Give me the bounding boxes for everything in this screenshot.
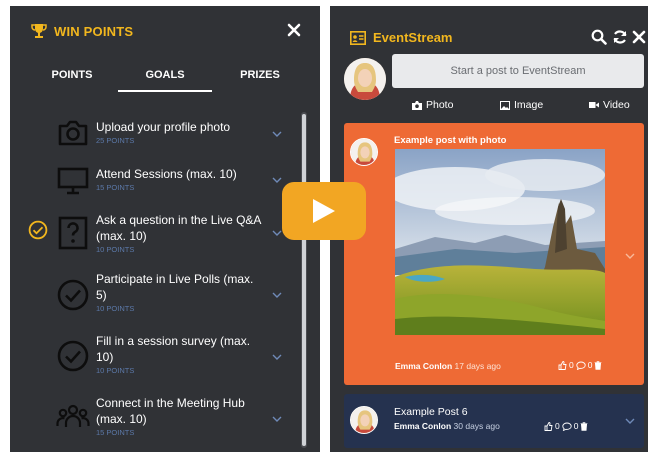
chevron-down-icon[interactable] bbox=[272, 416, 282, 423]
goal-points: 15 POINTS bbox=[96, 183, 135, 192]
close-icon[interactable] bbox=[286, 22, 302, 38]
goal-label: Participate in Live Polls (max. 5) bbox=[96, 272, 254, 302]
post-reactions: 0 0 bbox=[544, 421, 588, 431]
user-avatar-image bbox=[344, 58, 386, 100]
goal-session-survey[interactable]: Fill in a session survey (max. 10) 10 PO… bbox=[10, 330, 296, 386]
post-author[interactable]: Emma Conlon bbox=[394, 421, 451, 431]
id-card-icon bbox=[350, 31, 366, 45]
win-points-title: WIN POINTS bbox=[54, 24, 134, 39]
search-icon[interactable] bbox=[591, 29, 607, 45]
image-icon bbox=[500, 100, 510, 110]
photo-button-label: Photo bbox=[426, 99, 454, 111]
goal-ask-question[interactable]: Ask a question in the Live Q&A (max. 10)… bbox=[10, 208, 296, 260]
video-camera-icon bbox=[589, 102, 599, 108]
people-group-icon bbox=[56, 404, 90, 427]
win-points-header: WIN POINTS bbox=[10, 6, 320, 58]
tab-goals[interactable]: GOALS bbox=[118, 66, 212, 96]
avatar[interactable] bbox=[350, 406, 378, 434]
goal-label: Ask a question in the Live Q&A (max. 10) bbox=[96, 213, 261, 243]
goal-live-polls[interactable]: Participate in Live Polls (max. 5) 10 PO… bbox=[10, 268, 296, 324]
image-button[interactable]: Image bbox=[500, 98, 543, 112]
video-button[interactable]: Video bbox=[589, 98, 630, 112]
compose-post-input[interactable]: Start a post to EventStream bbox=[392, 54, 644, 88]
refresh-icon[interactable] bbox=[612, 29, 628, 45]
screenshot-stage: WIN POINTS POINTS GOALS PRIZES Upload yo… bbox=[0, 0, 651, 455]
chevron-down-icon[interactable] bbox=[625, 253, 635, 260]
trophy-icon bbox=[31, 24, 47, 38]
like-count: 0 bbox=[555, 421, 560, 431]
chevron-down-icon[interactable] bbox=[625, 418, 635, 425]
trash-icon[interactable] bbox=[580, 421, 588, 431]
win-points-panel: WIN POINTS POINTS GOALS PRIZES Upload yo… bbox=[10, 6, 320, 452]
author-avatar-image bbox=[351, 139, 377, 165]
goal-points: 10 POINTS bbox=[96, 366, 135, 375]
post-author[interactable]: Emma Conlon bbox=[395, 361, 452, 371]
goal-attend-sessions[interactable]: Attend Sessions (max. 10) 15 POINTS bbox=[10, 162, 296, 206]
post-card[interactable]: Example post with photo Emma Conlon 17 d… bbox=[344, 123, 644, 385]
close-icon[interactable] bbox=[631, 29, 647, 45]
chevron-down-icon[interactable] bbox=[272, 177, 282, 184]
win-points-tabs: POINTS GOALS PRIZES bbox=[10, 66, 320, 96]
tab-points[interactable]: POINTS bbox=[42, 66, 102, 96]
post-title: Example Post 6 bbox=[394, 406, 468, 418]
goal-label: Upload your profile photo bbox=[96, 120, 231, 134]
scrollbar-thumb[interactable] bbox=[302, 114, 306, 446]
eventstream-title: EventStream bbox=[373, 30, 453, 45]
question-box-icon bbox=[58, 216, 88, 250]
video-play-button[interactable] bbox=[282, 182, 366, 240]
camera-icon bbox=[412, 100, 422, 110]
check-circle-icon bbox=[28, 220, 48, 240]
chevron-down-icon[interactable] bbox=[272, 292, 282, 299]
post-meta: Emma Conlon 30 days ago bbox=[394, 421, 500, 431]
post-time: 17 days ago bbox=[454, 361, 501, 371]
like-count: 0 bbox=[569, 360, 574, 370]
post-reactions: 0 0 bbox=[558, 360, 602, 370]
post-card[interactable]: Example Post 6 Emma Conlon 30 days ago 0… bbox=[344, 394, 644, 448]
goal-points: 15 POINTS bbox=[96, 428, 135, 437]
goal-points: 25 POINTS bbox=[96, 136, 135, 145]
goal-label: Connect in the Meeting Hub (max. 10) bbox=[96, 396, 245, 426]
video-button-label: Video bbox=[603, 99, 630, 111]
avatar[interactable] bbox=[344, 58, 386, 100]
eventstream-panel: EventStream Start a post to EventStream bbox=[330, 6, 648, 452]
image-button-label: Image bbox=[514, 99, 544, 111]
like-icon[interactable] bbox=[558, 360, 567, 370]
chevron-down-icon[interactable] bbox=[272, 131, 282, 138]
comment-count: 0 bbox=[573, 421, 579, 431]
chevron-down-icon[interactable] bbox=[272, 354, 282, 361]
post-meta: Emma Conlon 17 days ago bbox=[395, 361, 501, 371]
landscape-photo bbox=[395, 149, 605, 335]
post-time: 30 days ago bbox=[453, 421, 500, 431]
goal-meeting-hub[interactable]: Connect in the Meeting Hub (max. 10) 15 … bbox=[10, 392, 296, 448]
goal-points: 10 POINTS bbox=[96, 304, 135, 313]
camera-icon bbox=[58, 120, 88, 146]
comment-icon[interactable] bbox=[576, 361, 586, 370]
play-icon bbox=[313, 199, 335, 223]
tab-prizes[interactable]: PRIZES bbox=[232, 66, 288, 96]
goal-upload-photo[interactable]: Upload your profile photo 25 POINTS bbox=[10, 116, 296, 160]
check-circle-icon bbox=[57, 279, 89, 311]
post-title: Example post with photo bbox=[394, 135, 507, 146]
goal-label: Attend Sessions (max. 10) bbox=[96, 167, 237, 181]
check-circle-icon bbox=[57, 340, 89, 372]
chevron-down-icon[interactable] bbox=[272, 230, 282, 237]
comment-count: 0 bbox=[587, 360, 593, 370]
comment-icon[interactable] bbox=[562, 422, 572, 431]
like-icon[interactable] bbox=[544, 421, 553, 431]
goal-points: 10 POINTS bbox=[96, 245, 135, 254]
author-avatar-image bbox=[351, 407, 377, 433]
trash-icon[interactable] bbox=[594, 360, 602, 370]
avatar[interactable] bbox=[350, 138, 378, 166]
monitor-icon bbox=[57, 167, 89, 195]
post-photo[interactable] bbox=[395, 149, 605, 335]
photo-button[interactable]: Photo bbox=[412, 98, 453, 112]
goal-label: Fill in a session survey (max. 10) bbox=[96, 334, 251, 364]
